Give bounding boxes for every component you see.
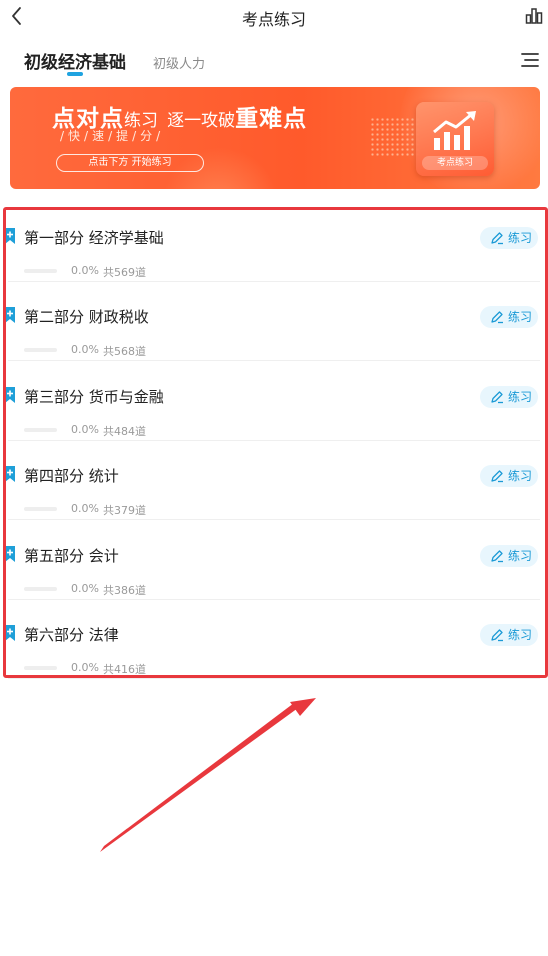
bookmark-plus-icon[interactable] <box>4 228 16 244</box>
chapter-title: 第四部分 统计 <box>24 467 119 486</box>
pencil-icon <box>491 549 503 562</box>
banner-subline: /快/速/提/分/ <box>60 129 165 143</box>
practice-label: 练习 <box>508 231 533 245</box>
progress-percent: 0.0% <box>71 581 99 595</box>
top-bar: 考点练习 <box>0 0 548 34</box>
bookmark-plus-icon[interactable] <box>4 386 16 403</box>
question-count: 共416道 <box>103 663 146 676</box>
question-count: 共569道 <box>103 266 146 279</box>
progress-percent: 0.0% <box>71 502 99 516</box>
practice-label: 练习 <box>508 469 533 484</box>
bookmark-plus-icon[interactable] <box>4 307 16 324</box>
progress-bar <box>24 427 57 432</box>
chapter-row[interactable]: 第五部分 会计 练习 0.0% 共386道 <box>0 521 548 600</box>
question-count: 共568道 <box>103 345 146 359</box>
subject-tabs: 初级经济基础 初级人力 <box>0 40 548 84</box>
practice-button[interactable]: 练习 <box>480 227 538 249</box>
pencil-icon <box>491 391 503 403</box>
practice-button[interactable]: 练习 <box>480 624 538 646</box>
pencil-icon <box>491 470 503 483</box>
chapter-row[interactable]: 第三部分 货币与金融 练习 0.0% 共484道 <box>0 362 548 441</box>
chapter-row[interactable]: 第一部分 经济学基础 练习 0.0% 共569道 <box>0 203 548 282</box>
banner-badge-label: 考点练习 <box>422 156 488 170</box>
banner-headline-part: 逐一攻破 <box>167 111 236 131</box>
menu-icon <box>521 53 539 67</box>
question-count: 共379道 <box>103 504 146 518</box>
practice-label: 练习 <box>508 548 533 563</box>
stats-button[interactable] <box>524 6 544 26</box>
question-count: 共484道 <box>103 424 146 438</box>
progress-bar <box>24 507 57 512</box>
menu-button[interactable] <box>521 52 539 68</box>
practice-button[interactable]: 练习 <box>480 385 538 408</box>
progress-bar <box>24 269 57 273</box>
practice-button[interactable]: 练习 <box>480 465 538 488</box>
active-tab-indicator <box>67 72 83 76</box>
banner-headline-part: 重难点 <box>235 106 308 132</box>
progress-percent: 0.0% <box>71 422 99 436</box>
chapter-row[interactable]: 第六部分 法律 练习 0.0% 共416道 <box>0 600 548 679</box>
chapter-row[interactable]: 第二部分 财政税收 练习 0.0% 共568道 <box>0 282 548 362</box>
bookmark-plus-icon[interactable] <box>4 466 16 483</box>
progress-bar <box>24 586 57 591</box>
chapter-title: 第六部分 法律 <box>24 626 119 644</box>
promo-banner[interactable]: 点对点练习 逐一攻破重难点 /快/速/提/分/ 点击下方 开始练习 考点练习 <box>10 87 540 189</box>
progress-percent: 0.0% <box>71 343 99 357</box>
chapter-title: 第一部分 经济学基础 <box>24 229 164 247</box>
trend-chart-icon <box>433 111 476 150</box>
progress-percent: 0.0% <box>71 264 99 277</box>
banner-start-pill[interactable]: 点击下方 开始练习 <box>56 154 204 172</box>
practice-label: 练习 <box>508 628 533 642</box>
chapter-title: 第五部分 会计 <box>24 546 119 565</box>
banner-chart-badge: 考点练习 <box>416 102 494 176</box>
tab-economics-basics[interactable]: 初级经济基础 <box>24 48 126 73</box>
tab-human-resources[interactable]: 初级人力 <box>153 53 205 72</box>
practice-button[interactable]: 练习 <box>480 306 538 329</box>
pencil-icon <box>491 311 503 324</box>
pencil-icon <box>491 232 503 245</box>
bookmark-plus-icon[interactable] <box>4 545 16 562</box>
banner-dot-pattern <box>370 117 420 157</box>
bookmark-plus-icon[interactable] <box>4 625 16 641</box>
progress-percent: 0.0% <box>71 661 99 674</box>
progress-bar <box>24 348 57 353</box>
pencil-icon <box>491 629 503 642</box>
chapter-title: 第二部分 财政税收 <box>24 308 149 327</box>
progress-bar <box>24 666 57 670</box>
chapter-row[interactable]: 第四部分 统计 练习 0.0% 共379道 <box>0 441 548 521</box>
bar-chart-icon <box>525 8 543 24</box>
page-title: 考点练习 <box>241 10 306 29</box>
question-count: 共386道 <box>103 583 146 597</box>
practice-button[interactable]: 练习 <box>480 544 538 567</box>
chapter-title: 第三部分 货币与金融 <box>24 387 164 406</box>
practice-label: 练习 <box>508 389 533 404</box>
divider <box>8 678 540 679</box>
practice-label: 练习 <box>508 310 533 325</box>
